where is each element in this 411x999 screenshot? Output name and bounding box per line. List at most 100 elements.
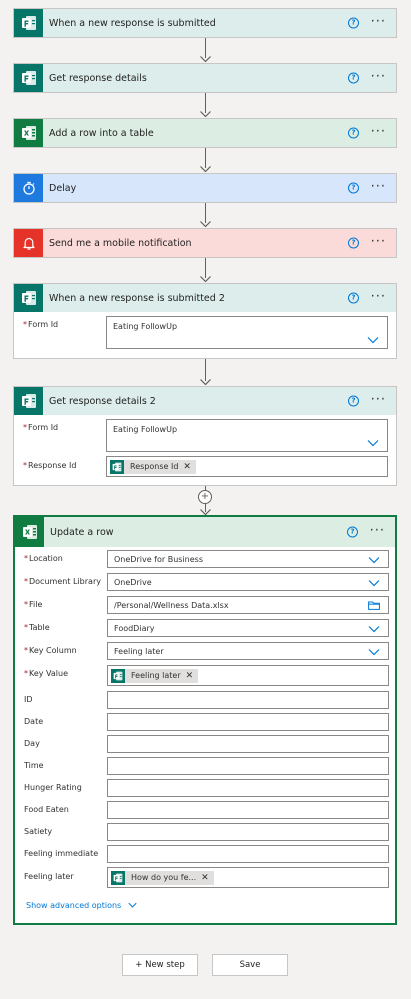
dynamic-content-token[interactable]: Feeling later ✕ [111, 668, 199, 683]
connector-line [205, 36, 206, 58]
field-label: Feeling later [24, 872, 74, 881]
forms-icon [14, 64, 43, 92]
step-header[interactable]: Add a row into a table ? ··· [14, 119, 396, 147]
folder-icon[interactable] [368, 601, 380, 610]
step-title: Update a row [50, 526, 114, 538]
step-header[interactable]: Send me a mobile notification ? ··· [14, 229, 396, 257]
step-card-add-row[interactable]: Add a row into a table ? ··· [13, 118, 397, 148]
response-id-input[interactable]: Response Id ✕ [106, 456, 388, 477]
dynamic-content-token[interactable]: How do you fe... ✕ [111, 870, 214, 885]
more-options-icon[interactable]: ··· [371, 289, 386, 304]
step-title: Delay [49, 182, 77, 194]
step-card-update-row[interactable]: Update a row ? ··· *Location OneDrive fo… [13, 515, 397, 925]
form-id-dropdown[interactable]: Eating FollowUp [106, 316, 388, 349]
field-label: *Table [24, 623, 50, 632]
dynamic-content-token[interactable]: Response Id ✕ [110, 459, 196, 474]
step-header[interactable]: When a new response is submitted 2 ? ··· [14, 284, 396, 312]
feeling-later-input[interactable]: How do you fe... ✕ [107, 867, 389, 888]
step-header[interactable]: Update a row ? ··· [15, 517, 395, 547]
step-title: Add a row into a table [49, 127, 154, 139]
more-options-icon[interactable]: ··· [371, 14, 386, 29]
chevron-down-icon[interactable] [368, 556, 380, 564]
more-options-icon[interactable]: ··· [371, 392, 386, 407]
help-icon[interactable]: ? [348, 182, 359, 194]
table-dropdown[interactable]: FoodDiary [107, 619, 389, 637]
satiety-input[interactable] [107, 823, 389, 841]
field-label: *Document Library [24, 577, 101, 586]
step-card-when-new-response[interactable]: When a new response is submitted ? ··· [13, 8, 397, 38]
help-icon[interactable]: ? [348, 72, 359, 84]
bell-icon [14, 229, 43, 257]
more-options-icon[interactable]: ··· [371, 69, 386, 84]
help-icon[interactable]: ? [348, 292, 359, 304]
field-label: *Key Column [24, 646, 77, 655]
connector-line [205, 201, 206, 223]
remove-token-icon[interactable]: ✕ [186, 671, 194, 681]
food-eaten-input[interactable] [107, 801, 389, 819]
day-input[interactable] [107, 735, 389, 753]
connector-line [205, 359, 206, 381]
step-title: Get response details 2 [49, 395, 156, 407]
forms-icon [110, 459, 124, 474]
step-card-delay[interactable]: Delay ? ··· [13, 173, 397, 203]
remove-token-icon[interactable]: ✕ [201, 873, 209, 883]
connector-arrow-icon [200, 379, 211, 385]
step-header[interactable]: Get response details ? ··· [14, 64, 396, 92]
save-button[interactable]: Save [212, 954, 288, 976]
time-input[interactable] [107, 757, 389, 775]
document-library-dropdown[interactable]: OneDrive [107, 573, 389, 591]
more-options-icon[interactable]: ··· [371, 179, 386, 194]
form-id-dropdown[interactable]: Eating FollowUp [106, 419, 388, 452]
more-options-icon[interactable]: ··· [371, 234, 386, 249]
step-card-when-new-response-2[interactable]: When a new response is submitted 2 ? ···… [13, 283, 397, 359]
connector-line [205, 146, 206, 168]
connector-line [205, 91, 206, 113]
more-options-icon[interactable]: ··· [370, 523, 385, 538]
chevron-down-icon[interactable] [368, 625, 380, 633]
id-input[interactable] [107, 691, 389, 709]
hunger-rating-input[interactable] [107, 779, 389, 797]
step-header[interactable]: Get response details 2 ? ··· [14, 387, 396, 415]
help-icon[interactable]: ? [348, 237, 359, 249]
help-icon[interactable]: ? [347, 526, 358, 538]
step-card-get-response-details[interactable]: Get response details ? ··· [13, 63, 397, 93]
step-title: When a new response is submitted 2 [49, 292, 225, 304]
forms-icon [111, 668, 125, 683]
feeling-immediate-input[interactable] [107, 845, 389, 863]
field-label: *Form Id [23, 423, 59, 432]
date-input[interactable] [107, 713, 389, 731]
forms-icon [14, 9, 43, 37]
more-options-icon[interactable]: ··· [371, 124, 386, 139]
excel-icon [14, 119, 43, 147]
step-title: When a new response is submitted [49, 17, 216, 29]
help-icon[interactable]: ? [348, 395, 359, 407]
help-icon[interactable]: ? [348, 127, 359, 139]
field-label: *File [24, 600, 43, 609]
chevron-down-icon[interactable] [367, 439, 379, 447]
connector-arrow-icon [200, 221, 211, 227]
new-step-button[interactable]: + New step [122, 954, 198, 976]
remove-token-icon[interactable]: ✕ [183, 462, 191, 472]
chevron-down-icon[interactable] [368, 579, 380, 587]
connector-arrow-icon [200, 166, 211, 172]
step-title: Get response details [49, 72, 147, 84]
file-picker-input[interactable]: /Personal/Wellness Data.xlsx [107, 596, 389, 614]
chevron-down-icon[interactable] [368, 648, 380, 656]
show-advanced-options-link[interactable]: Show advanced options [26, 901, 137, 910]
field-label: Food Eaten [24, 805, 69, 814]
field-value: Eating FollowUp [113, 425, 178, 434]
location-dropdown[interactable]: OneDrive for Business [107, 550, 389, 568]
help-icon[interactable]: ? [348, 17, 359, 29]
key-column-dropdown[interactable]: Feeling later [107, 642, 389, 660]
insert-step-button[interactable]: + [198, 490, 212, 504]
step-header[interactable]: Delay ? ··· [14, 174, 396, 202]
field-label: Time [24, 761, 44, 770]
field-label: Date [24, 717, 44, 726]
forms-icon [14, 387, 43, 415]
step-card-get-response-details-2[interactable]: Get response details 2 ? ··· *Form Id Ea… [13, 386, 397, 486]
key-value-input[interactable]: Feeling later ✕ [107, 665, 389, 686]
step-card-mobile-notification[interactable]: Send me a mobile notification ? ··· [13, 228, 397, 258]
step-header[interactable]: When a new response is submitted ? ··· [14, 9, 396, 37]
field-label: *Response Id [23, 461, 77, 470]
chevron-down-icon[interactable] [367, 336, 379, 344]
